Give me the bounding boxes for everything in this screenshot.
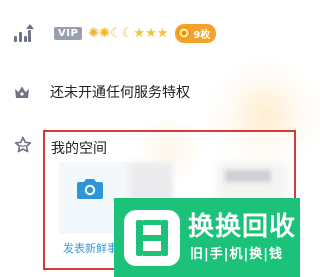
star-icon: ★	[156, 25, 169, 41]
privileges-row[interactable]: 还未开通任何服务特权	[14, 82, 190, 102]
coin-badge[interactable]: 9枚	[175, 23, 217, 43]
level-row[interactable]: VIP ✺ ✺ ☾ ☾ ★ ★ ★ 9枚	[14, 22, 217, 44]
star-outline-icon	[14, 136, 32, 153]
coin-icon	[178, 27, 191, 39]
coin-count: 9枚	[193, 29, 211, 41]
watermark-logo	[124, 210, 180, 266]
level-chart-icon	[14, 24, 34, 42]
watermark-subtitle: 旧|手|机|换|钱	[190, 247, 283, 262]
publish-post-label: 发表新鲜事	[63, 242, 118, 255]
level-badges: ✺ ✺ ☾ ☾ ★ ★ ★	[88, 27, 168, 40]
sun-icon: ✺	[88, 25, 100, 41]
my-space-title: 我的空间	[51, 141, 107, 157]
moon-icon: ☾	[110, 25, 122, 41]
watermark: 换换回收 旧|手|机|换|钱	[114, 198, 300, 277]
blurred-thumbnail	[217, 162, 287, 202]
blurred-text	[225, 170, 271, 182]
camera-icon	[77, 179, 103, 199]
sun-icon: ✺	[99, 25, 111, 41]
vip-tag: VIP	[54, 26, 83, 40]
watermark-title: 换换回收	[188, 212, 297, 242]
star-icon: ★	[145, 25, 157, 41]
star-icon: ★	[133, 25, 146, 41]
moon-icon: ☾	[121, 25, 134, 41]
privileges-text: 还未开通任何服务特权	[50, 85, 190, 101]
crown-icon	[15, 86, 29, 98]
